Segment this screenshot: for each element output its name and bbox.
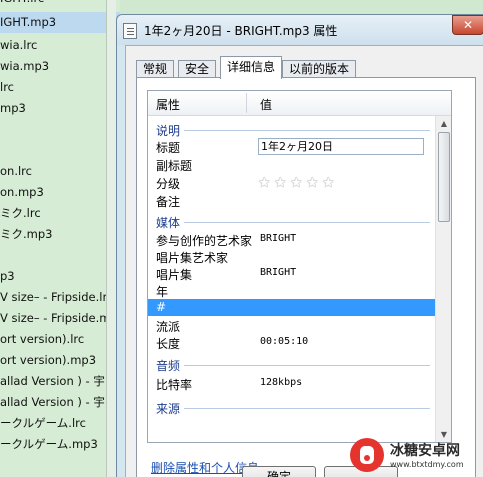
row-key: 标题 [156, 141, 181, 155]
list-item[interactable]: ークルゲーム.mp3 [0, 434, 120, 455]
tab-security[interactable]: 安全 [178, 60, 217, 78]
tab-details[interactable]: 详细信息 [220, 56, 283, 79]
group-label: 媒体 [156, 214, 185, 231]
watermark: 冰糖安卓网 www.btxtdmy.com [344, 436, 483, 477]
row-key: 唱片集 [156, 268, 193, 282]
group-label: 说明 [156, 122, 185, 139]
properties-dialog: 1年2ヶ月20日 - BRIGHT.mp3 属性 ✕ 常规 安全 详细信息 以前… [116, 14, 483, 477]
row-rating[interactable]: 分级 ★ ★ ★ ★ ★ [148, 174, 436, 191]
grid-header: 属性 值 [148, 91, 451, 116]
row-value: 00:05:10 [260, 336, 309, 347]
star-icon[interactable]: ★ [274, 176, 288, 190]
watermark-logo-icon [350, 438, 384, 472]
row-album-artist[interactable]: 唱片集艺术家 [148, 248, 436, 265]
list-item[interactable]: IGHT.lrc [0, 0, 120, 9]
group-line [156, 130, 430, 131]
list-item[interactable]: allad Version ) - 宇 [0, 371, 120, 392]
row-key: 分级 [156, 177, 181, 191]
row-key: 唱片集艺术家 [156, 251, 229, 265]
watermark-url: www.btxtdmy.com [390, 460, 464, 469]
list-item[interactable]: ミク.mp3 [0, 224, 120, 245]
star-icon[interactable]: ★ [258, 176, 272, 190]
background-file-list: IGHT.lrc IGHT.mp3 wia.lrc wia.mp3 lrc mp… [0, 0, 120, 477]
group-audio: 音频 [148, 356, 436, 374]
group-line [156, 222, 430, 223]
list-item[interactable]: mp3 [0, 98, 120, 119]
tab-general[interactable]: 常规 [136, 60, 175, 78]
group-origin: 来源 [148, 399, 436, 417]
file-icon [123, 23, 137, 39]
row-value: BRIGHT [260, 267, 297, 278]
star-icon[interactable]: ★ [322, 176, 336, 190]
list-item[interactable]: wia.mp3 [0, 56, 120, 77]
list-item[interactable]: ミク.lrc [0, 203, 120, 224]
row-key: 备注 [156, 195, 181, 209]
row-year[interactable]: 年 [148, 282, 436, 299]
list-item[interactable]: IGHT.mp3 [0, 12, 120, 33]
list-item[interactable]: on.lrc [0, 161, 120, 182]
list-item[interactable]: p3 [0, 266, 120, 287]
rating-stars[interactable]: ★ ★ ★ ★ ★ [258, 176, 338, 190]
row-value: 128kbps [260, 377, 303, 388]
scroll-up-icon[interactable]: ▲ [438, 118, 450, 130]
row-subtitle[interactable]: 副标题 [148, 156, 436, 173]
list-item[interactable]: ort version).lrc [0, 329, 120, 350]
dialog-titlebar[interactable]: 1年2ヶ月20日 - BRIGHT.mp3 属性 ✕ [117, 15, 483, 45]
column-property[interactable]: 属性 [156, 96, 180, 113]
property-grid: 属性 值 说明 标题 1年2ヶ月20日 副标题 分级 ★ ★ ★ ★ ★ 备注 … [147, 90, 452, 443]
list-item[interactable]: on.mp3 [0, 182, 120, 203]
row-key: 参与创作的艺术家 [156, 234, 253, 248]
list-item[interactable]: V size– - Fripside.mp3 [0, 308, 120, 329]
row-length[interactable]: 长度 00:05:10 [148, 334, 436, 351]
row-key: 流派 [156, 320, 181, 334]
ok-button[interactable]: 确定 [242, 466, 316, 477]
row-track-number[interactable]: # [148, 299, 436, 316]
row-album[interactable]: 唱片集 BRIGHT [148, 265, 436, 282]
group-line [156, 408, 430, 409]
star-icon[interactable]: ★ [306, 176, 320, 190]
row-key: 长度 [156, 337, 181, 351]
row-key: # [156, 300, 167, 314]
group-label: 来源 [156, 400, 185, 417]
group-label: 音频 [156, 357, 185, 374]
row-genre[interactable]: 流派 [148, 317, 436, 334]
column-value[interactable]: 值 [260, 96, 272, 113]
row-value: BRIGHT [260, 233, 297, 244]
group-media: 媒体 [148, 213, 436, 231]
group-description: 说明 [148, 121, 436, 139]
row-key: 年 [156, 285, 169, 299]
close-button[interactable]: ✕ [452, 15, 483, 35]
watermark-name: 冰糖安卓网 [390, 443, 460, 459]
row-bitrate[interactable]: 比特率 128kbps [148, 375, 436, 392]
list-item[interactable]: V size– - Fripside.lrc [0, 287, 120, 308]
list-item[interactable]: wia.lrc [0, 35, 120, 56]
scroll-thumb[interactable] [438, 132, 450, 222]
list-item[interactable]: ort version).mp3 [0, 350, 120, 371]
row-key: 比特率 [156, 378, 193, 392]
grid-scrollbar[interactable]: ▲ ▼ [435, 116, 451, 442]
dialog-client: 常规 安全 详细信息 以前的版本 属性 值 说明 标题 1年2ヶ月20日 副标题… [125, 45, 483, 477]
list-item[interactable]: ークルゲーム.lrc [0, 413, 120, 434]
list-item[interactable]: allad Version ) - 宇 [0, 392, 120, 413]
dialog-title: 1年2ヶ月20日 - BRIGHT.mp3 属性 [144, 24, 338, 38]
title-input[interactable]: 1年2ヶ月20日 [258, 138, 424, 155]
row-title[interactable]: 标题 1年2ヶ月20日 [148, 138, 436, 155]
group-line [156, 365, 430, 366]
details-panel: 属性 值 说明 标题 1年2ヶ月20日 副标题 分级 ★ ★ ★ ★ ★ 备注 … [136, 77, 476, 477]
column-divider[interactable] [246, 93, 247, 113]
row-key: 副标题 [156, 159, 193, 173]
star-icon[interactable]: ★ [290, 176, 304, 190]
row-comments[interactable]: 备注 [148, 192, 436, 209]
row-contributing-artist[interactable]: 参与创作的艺术家 BRIGHT [148, 231, 436, 248]
tab-previous-versions[interactable]: 以前的版本 [282, 60, 357, 78]
list-item[interactable]: lrc [0, 77, 120, 98]
background-scrollbar[interactable] [106, 0, 116, 477]
